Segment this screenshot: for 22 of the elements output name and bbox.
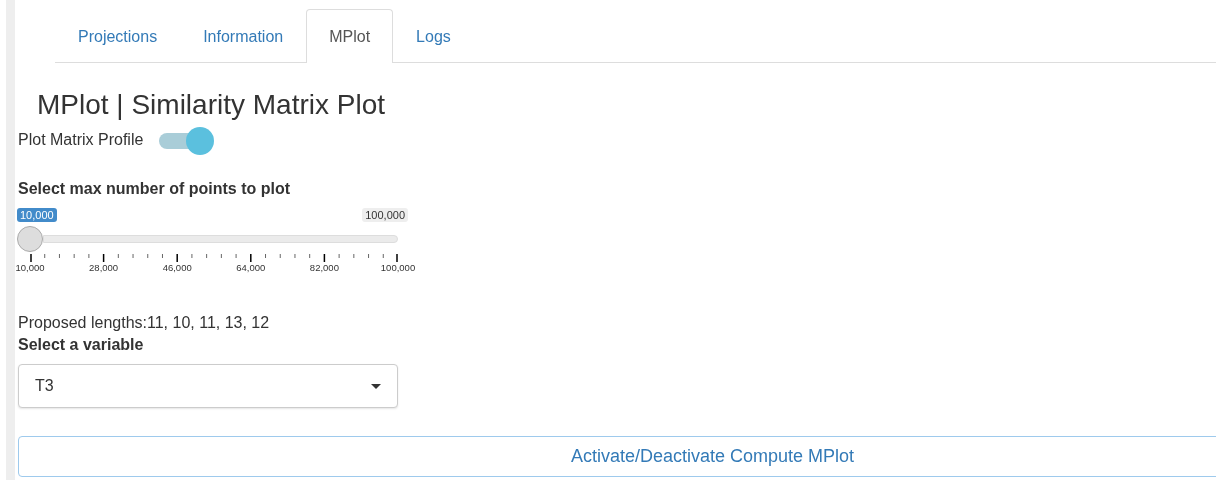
slider-label: Select max number of points to plot — [18, 180, 292, 198]
variable-dropdown[interactable]: T3 — [18, 364, 398, 408]
toggle-label: Plot Matrix Profile — [18, 131, 144, 149]
page-title: MPlot | Similarity Matrix Plot — [37, 88, 386, 122]
select-label: Select a variable — [18, 336, 145, 354]
caret-icon — [371, 383, 381, 389]
compute-button[interactable]: Activate/Deactivate Compute MPlot — [18, 436, 1216, 477]
slider-handle[interactable] — [17, 226, 43, 252]
tick-label: 64,000 — [236, 262, 266, 273]
value-badge: 10,000 — [17, 208, 57, 222]
tick-label: 82,000 — [309, 262, 339, 273]
proposed-lengths: Proposed lengths:11, 10, 11, 13, 12 — [18, 314, 271, 332]
tab[interactable]: Information — [180, 10, 307, 63]
tick-label: 28,000 — [89, 262, 119, 273]
max-badge: 100,000 — [362, 208, 408, 222]
tick-label: 100,000 — [380, 262, 416, 273]
tick-label: 10,000 — [15, 262, 45, 273]
tick-label: 46,000 — [162, 262, 192, 273]
tab[interactable]: Projections — [55, 10, 181, 63]
toggle-switch[interactable] — [159, 126, 216, 154]
tab[interactable]: Logs — [393, 10, 474, 63]
tab[interactable]: MPlot — [306, 9, 394, 63]
